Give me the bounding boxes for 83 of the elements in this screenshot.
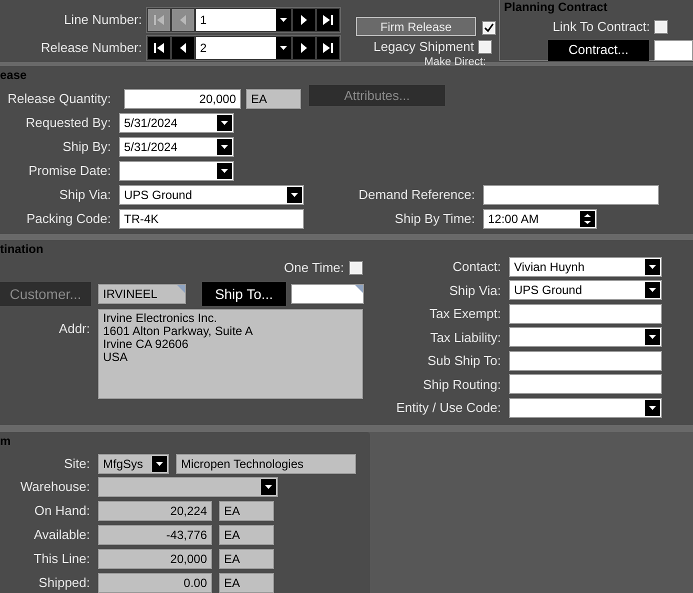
field-label: One Time: (284, 259, 344, 278)
customer-id-field[interactable]: IRVINEEL (98, 284, 186, 304)
nav-button[interactable] (293, 37, 315, 59)
section-title: tination (0, 241, 44, 255)
field-label: Warehouse: (19, 478, 91, 496)
last-record-icon (322, 14, 334, 26)
field-label: Ship Via: (58, 186, 112, 204)
checkbox[interactable] (482, 21, 496, 35)
field-label: Ship By Time: (394, 210, 476, 228)
corner-marker-icon (177, 285, 185, 293)
checkbox[interactable] (654, 20, 668, 34)
field-label: Demand Reference: (358, 186, 476, 204)
dropdown-field[interactable]: UPS Ground (119, 185, 304, 205)
dropdown-field[interactable]: UPS Ground (509, 280, 662, 300)
firm-release-button[interactable]: Firm Release (356, 17, 476, 36)
field-label: Contact: (452, 258, 502, 276)
field-label: Entity / Use Code: (395, 399, 502, 417)
quantity-field: -43,776 (98, 524, 212, 544)
unit-field: EA (219, 572, 274, 592)
quantity-field: 20,000 (98, 548, 212, 568)
field-label: This Line: (32, 550, 91, 568)
first-record-icon (153, 42, 165, 54)
unit-field: EA (219, 500, 274, 520)
panel-title: Planning Contract (503, 0, 608, 13)
quantity-field: 0.00 (98, 572, 212, 592)
field-label: Release Number: (40, 39, 143, 58)
date-field[interactable]: 5/31/2024 (119, 137, 234, 157)
contract-button[interactable]: Contract... (548, 40, 649, 60)
text-field[interactable] (509, 304, 662, 324)
ship-to-button[interactable]: Ship To... (202, 282, 286, 306)
field-label: Release Quantity: (6, 90, 112, 108)
site-name-field: Micropen Technologies (176, 454, 356, 474)
field-label: Requested By: (24, 114, 112, 132)
spinner-arrows-icon (580, 211, 595, 227)
field-label: Make Direct: (424, 56, 486, 68)
text-field[interactable] (509, 374, 662, 394)
dropdown-field[interactable] (509, 327, 662, 348)
field-label: Ship Routing: (422, 376, 502, 394)
date-field[interactable] (119, 161, 234, 181)
record-dropdown[interactable]: 2 (196, 37, 291, 59)
first-record-icon (153, 14, 165, 26)
unit-field: EA (246, 89, 301, 109)
checkbox[interactable] (349, 261, 363, 275)
field-label: Sub Ship To: (426, 352, 502, 370)
dropdown-field[interactable] (509, 398, 662, 418)
date-field[interactable]: 5/31/2024 (119, 113, 234, 133)
nav-button[interactable] (148, 37, 170, 59)
field-label: Site: (62, 455, 91, 474)
warehouse-dropdown[interactable] (98, 477, 278, 497)
section-title: m (0, 433, 12, 447)
checkmark-icon (484, 23, 494, 33)
field-label: Addr: (58, 320, 91, 338)
time-field[interactable]: 12:00 AM (483, 209, 597, 229)
site-dropdown[interactable]: MfgSys (98, 454, 169, 474)
checkbox[interactable] (478, 40, 492, 54)
quantity-field[interactable]: 20,000 (124, 89, 241, 109)
field-label: Packing Code: (25, 210, 112, 228)
field-label: Tax Exempt: (428, 305, 502, 323)
text-field[interactable] (509, 350, 662, 371)
field-label: Available: (32, 526, 91, 544)
address-field[interactable]: Irvine Electronics Inc. 1601 Alton Parkway, Suite A Irvine CA 92606 USA (98, 309, 363, 399)
last-record-icon (322, 42, 334, 54)
field-label: Line Number: (62, 11, 143, 30)
text-field[interactable] (483, 185, 659, 205)
corner-marker-icon (355, 285, 363, 293)
field-label: Ship By: (62, 138, 112, 156)
nav-button[interactable] (172, 37, 194, 59)
field-label: On Hand: (33, 502, 91, 520)
ship-to-field[interactable] (291, 284, 364, 304)
text-field[interactable]: TR-4K (119, 209, 304, 229)
unit-field: EA (219, 548, 274, 568)
field-label: Ship Via: (448, 282, 502, 300)
field-label: Tax Liability: (429, 328, 502, 347)
section-title: ease (0, 67, 28, 81)
field-label: Legacy Shipment (374, 38, 474, 56)
field-label: Link To Contract: (552, 18, 650, 36)
quantity-field: 20,224 (98, 500, 212, 520)
unit-field: EA (219, 524, 274, 544)
contract-field[interactable] (654, 40, 693, 60)
field-label: Promise Date: (28, 162, 112, 180)
dropdown-field[interactable]: Vivian Huynh (509, 256, 662, 277)
field-label: Shipped: (38, 574, 91, 592)
nav-button[interactable] (317, 37, 339, 59)
